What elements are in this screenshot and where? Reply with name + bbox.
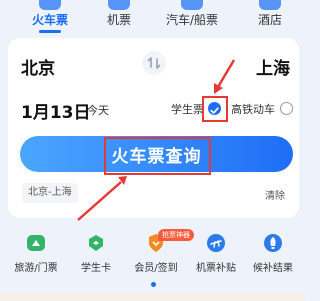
annotation-arrow-icon xyxy=(214,59,236,94)
promo-badge: 抢票神器 xyxy=(158,229,194,241)
grid-label: 候补结果 xyxy=(253,263,293,274)
grid-item-student-card[interactable]: 学生卡 xyxy=(70,233,122,274)
ticket-icon xyxy=(26,233,46,253)
grid-label: 旅游/门票 xyxy=(14,263,58,274)
student-card-icon xyxy=(86,233,106,253)
bottom-banner-edge xyxy=(0,292,305,301)
grid-item-flight-subsidy[interactable]: 机票补贴 xyxy=(190,233,242,274)
grid-label: 会员/签到 xyxy=(134,263,178,274)
grid-item-tourism[interactable]: 旅游/门票 xyxy=(10,233,62,274)
rocket-icon xyxy=(263,233,283,253)
grid-item-waitlist-result[interactable]: 候补结果 xyxy=(247,233,299,274)
annotation-arrow-icon xyxy=(77,176,127,221)
page-indicator-dot xyxy=(151,282,156,287)
plane-subsidy-icon xyxy=(206,233,226,253)
grid-label: 学生卡 xyxy=(81,263,111,274)
grid-label: 机票补贴 xyxy=(196,263,236,274)
